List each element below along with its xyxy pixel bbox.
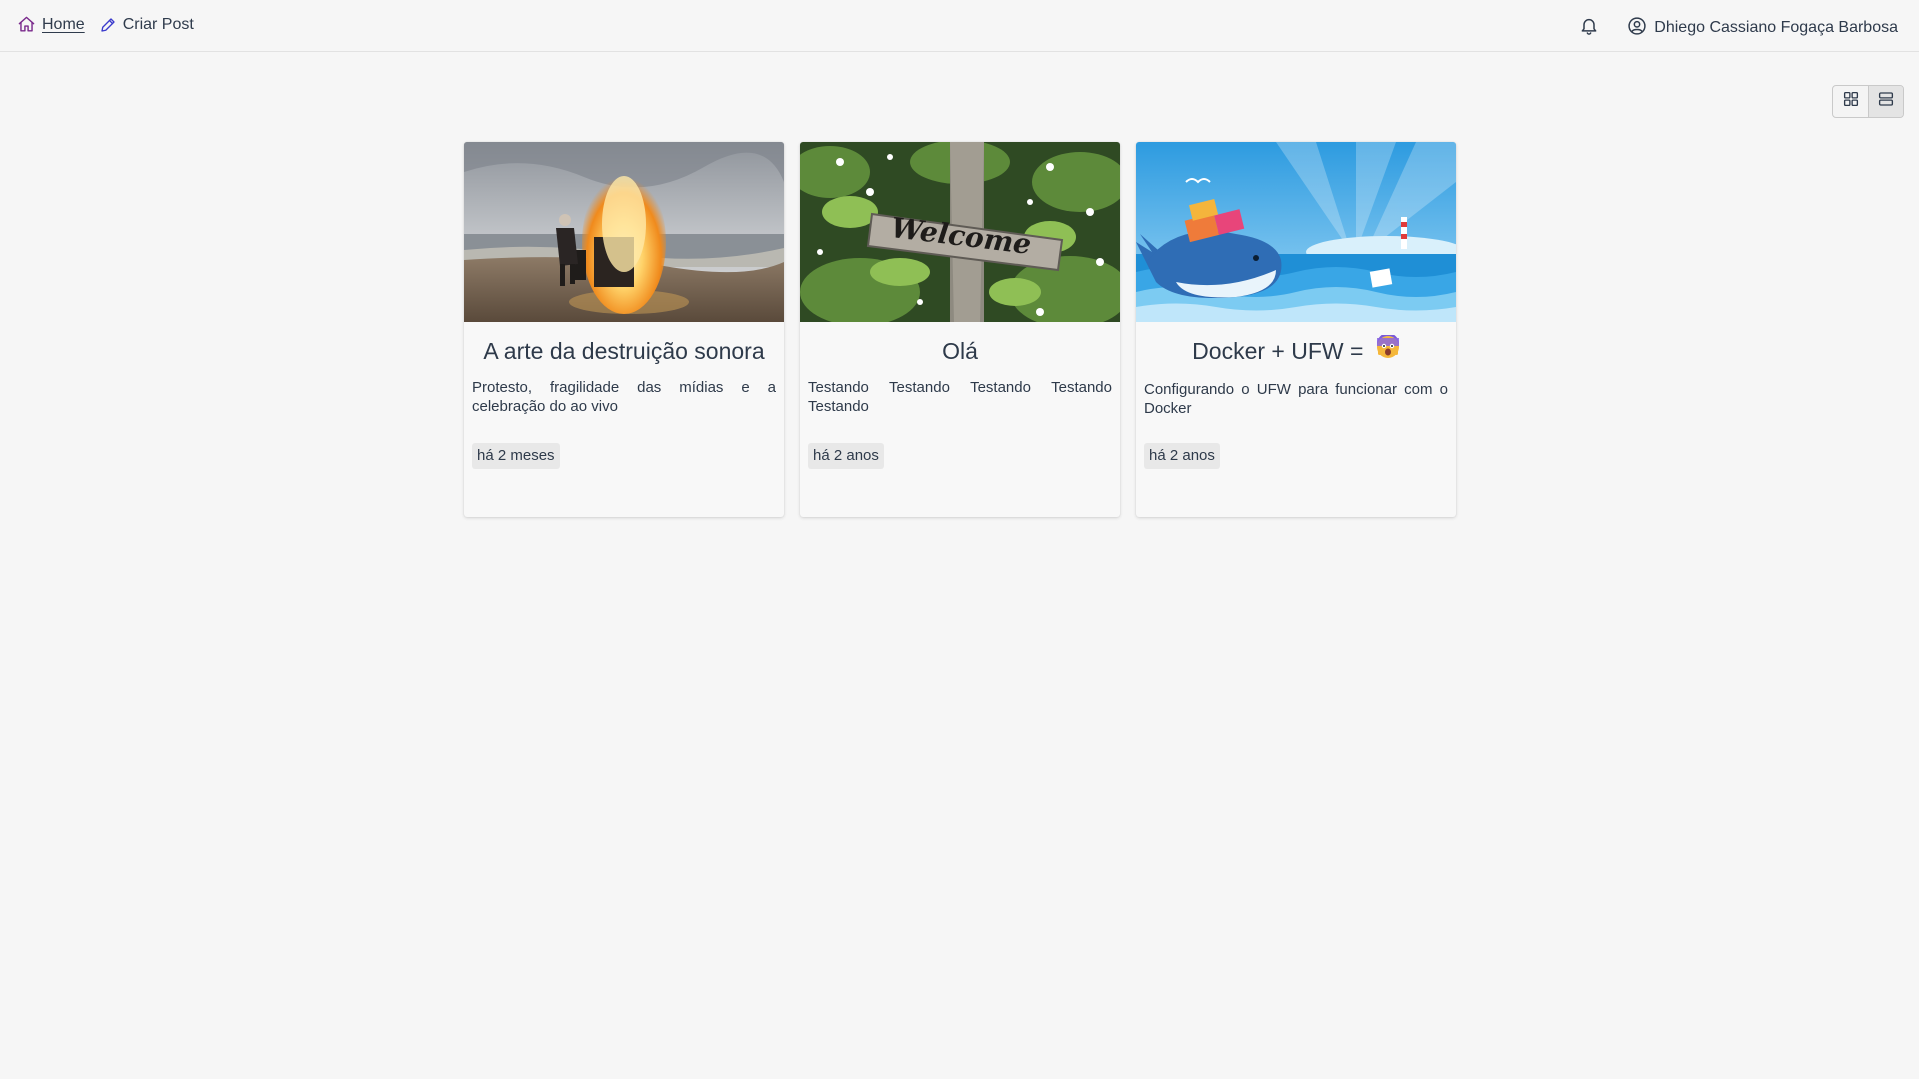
- post-date-badge: há 2 anos: [808, 443, 884, 469]
- list-view-button[interactable]: [1868, 86, 1903, 117]
- post-title: Olá: [942, 338, 978, 364]
- post-date-badge: há 2 meses: [472, 443, 560, 469]
- post-description: Testando Testando Testando Testando Test…: [808, 379, 1112, 415]
- post-title: A arte da destruição sonora: [483, 338, 765, 364]
- post-image-burning-piano: [464, 142, 784, 322]
- top-navbar: Home Criar Post Dhiego Cassiano Fogaça B…: [0, 0, 1919, 52]
- post-image-docker-whale: [1136, 142, 1456, 322]
- grid-view-button[interactable]: [1833, 86, 1868, 117]
- user-circle-icon: [1627, 16, 1647, 41]
- nav-right: Dhiego Cassiano Fogaça Barbosa: [1579, 15, 1898, 41]
- view-toggle: [1832, 85, 1904, 118]
- post-card[interactable]: Docker + UFW = Configurando o UFW para f…: [1136, 142, 1456, 517]
- pencil-icon: [99, 16, 117, 34]
- home-icon: [17, 15, 36, 34]
- post-description: Configurando o UFW para funcionar com o …: [1144, 381, 1448, 418]
- post-list: A arte da destruição sonora Protesto, fr…: [464, 142, 1456, 517]
- post-image-welcome-sign: Welcome: [800, 142, 1120, 322]
- post-card[interactable]: A arte da destruição sonora Protesto, fr…: [464, 142, 784, 517]
- nav-home-link[interactable]: Home: [17, 15, 85, 34]
- post-date-badge: há 2 anos: [1144, 443, 1220, 469]
- nav-create-post-label: Criar Post: [122, 15, 194, 33]
- user-menu[interactable]: Dhiego Cassiano Fogaça Barbosa: [1627, 16, 1898, 41]
- grid-icon: [1842, 90, 1860, 113]
- nav-left: Home Criar Post: [17, 15, 194, 34]
- bell-icon[interactable]: [1579, 15, 1599, 41]
- post-description: Protesto, fragilidade das mídias e a cel…: [472, 379, 776, 415]
- nav-create-post-link[interactable]: Criar Post: [99, 16, 194, 34]
- post-card[interactable]: Welcome Olá Testando Testando Testando T…: [800, 142, 1120, 517]
- list-icon: [1877, 90, 1895, 113]
- user-name: Dhiego Cassiano Fogaça Barbosa: [1654, 19, 1898, 36]
- scared-face-emoji-icon: [1376, 333, 1400, 366]
- post-title-text: Docker + UFW =: [1192, 338, 1364, 364]
- nav-home-label: Home: [42, 15, 85, 33]
- post-title: Docker + UFW =: [1144, 333, 1448, 368]
